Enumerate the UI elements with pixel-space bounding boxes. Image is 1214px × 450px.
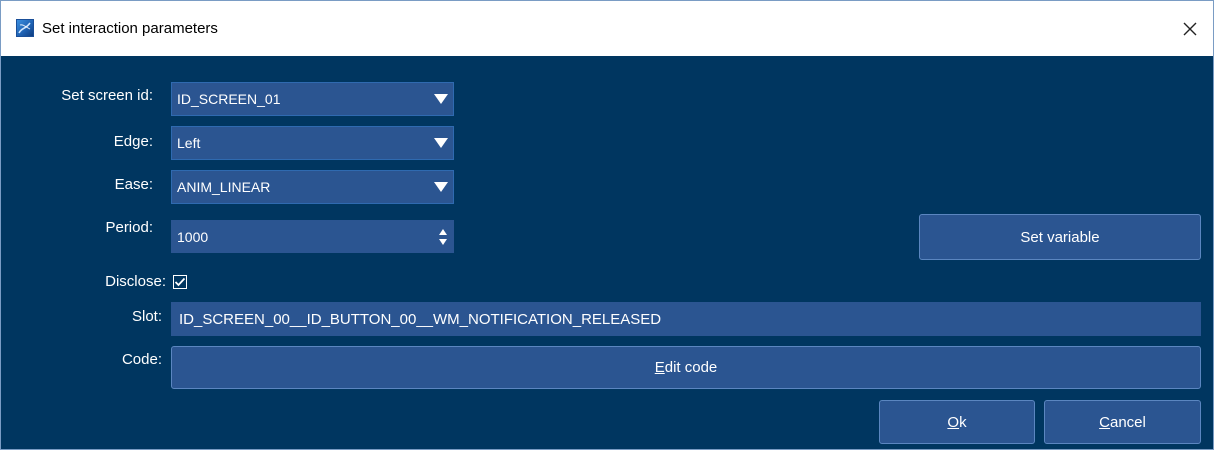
set-variable-button[interactable]: Set variable — [919, 214, 1201, 260]
chevron-down-icon — [429, 127, 453, 159]
close-icon — [1183, 22, 1197, 35]
cancel-button[interactable]: Cancel — [1044, 400, 1201, 444]
ease-value: ANIM_LINEAR — [177, 179, 271, 195]
code-label: Code: — [121, 351, 162, 368]
period-spinbox[interactable]: 1000 — [171, 220, 454, 253]
slot-label: Slot: — [131, 308, 162, 325]
spin-arrows-icon[interactable] — [436, 220, 450, 253]
app-logo-icon — [16, 19, 34, 37]
checkmark-icon — [173, 275, 187, 289]
slot-value: ID_SCREEN_00__ID_BUTTON_00__WM_NOTIFICAT… — [179, 310, 662, 328]
ease-dropdown[interactable]: ANIM_LINEAR — [171, 170, 454, 204]
edit-code-button-label: Edit code — [654, 359, 718, 376]
edge-dropdown[interactable]: Left — [171, 126, 454, 160]
dialog-window: Set interaction parameters Set screen id… — [0, 0, 1214, 450]
chevron-down-icon — [429, 83, 453, 115]
screen-id-label: Set screen id: — [61, 87, 153, 104]
disclose-checkbox[interactable] — [173, 275, 187, 289]
period-label: Period: — [105, 219, 153, 236]
ease-label: Ease: — [114, 176, 153, 193]
close-button[interactable] — [1167, 1, 1213, 56]
ok-button-label: Ok — [947, 413, 967, 431]
edge-value: Left — [177, 135, 201, 151]
screen-id-dropdown[interactable]: ID_SCREEN_01 — [171, 82, 454, 116]
period-value: 1000 — [177, 228, 209, 245]
disclose-label: Disclose: — [105, 273, 166, 290]
slot-field[interactable]: ID_SCREEN_00__ID_BUTTON_00__WM_NOTIFICAT… — [171, 302, 1201, 336]
title-bar[interactable]: Set interaction parameters — [1, 1, 1213, 56]
edge-label: Edge: — [113, 133, 153, 150]
chevron-down-icon — [429, 171, 453, 203]
ok-button[interactable]: Ok — [879, 400, 1035, 444]
cancel-button-label: Cancel — [1099, 413, 1146, 431]
window-title: Set interaction parameters — [42, 20, 218, 37]
edit-code-button[interactable]: Edit code — [171, 346, 1201, 389]
screen-id-value: ID_SCREEN_01 — [177, 91, 281, 107]
